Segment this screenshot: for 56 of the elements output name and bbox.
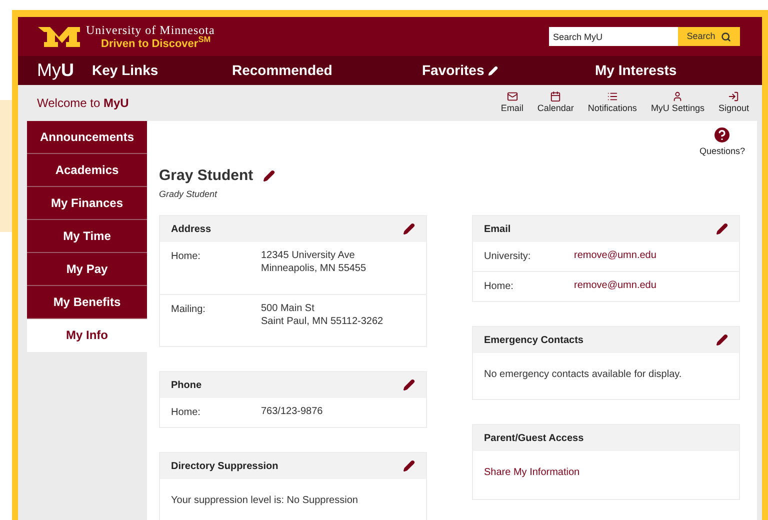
search-button[interactable]: Search (678, 27, 740, 46)
envelope-icon (506, 90, 519, 102)
pencil-icon[interactable] (716, 223, 728, 235)
welcome-text: Welcome to MyU (37, 95, 129, 112)
search-icon (721, 32, 732, 42)
field-label: Home: (171, 250, 202, 264)
card-title: Address (171, 222, 212, 236)
card-title: Phone (171, 378, 202, 392)
brand-logo[interactable]: MyU (37, 57, 92, 84)
sidebar-item[interactable]: My Info (27, 319, 147, 352)
help-icon[interactable] (712, 125, 732, 145)
pencil-icon[interactable] (716, 334, 728, 346)
nav-link[interactable]: Favorites (422, 60, 595, 81)
toolbar-button[interactable]: Calendar (534, 90, 577, 116)
signout-icon (727, 90, 740, 102)
preferred-name: Grady Student (159, 188, 218, 201)
university-name: University of Minnesota (86, 24, 215, 36)
sidebar-item[interactable]: My Finances (27, 187, 147, 220)
card-title: Emergency Contacts (484, 334, 584, 348)
field-label: University: (484, 250, 532, 264)
nav-link[interactable]: My Interests (595, 60, 715, 81)
search-field[interactable]: Search MyU (549, 27, 678, 46)
field-label: Home: (171, 406, 202, 420)
sidebar-item[interactable]: Academics (27, 154, 147, 187)
sidebar-item[interactable]: My Time (27, 220, 147, 253)
card-title: Directory Suppression (171, 460, 278, 474)
nav-link[interactable]: Key Links (92, 60, 232, 81)
pencil-icon[interactable] (263, 170, 276, 182)
pencil-icon[interactable] (403, 223, 415, 235)
help-label[interactable]: Questions? (699, 145, 745, 158)
field-label: Mailing: (171, 303, 206, 317)
toolbar-button[interactable]: Signout (715, 90, 752, 116)
card-text: No emergency contacts available for display. (484, 369, 682, 380)
card-title: Parent/Guest Access (484, 432, 584, 446)
email-link[interactable]: remove@umn.edu (574, 279, 656, 294)
field-label: Home: (484, 280, 514, 294)
sidebar-item[interactable]: Announcements (27, 121, 147, 154)
share-link[interactable]: Share My Information (484, 467, 580, 478)
pencil-icon[interactable] (403, 379, 415, 391)
toolbar-button[interactable]: Email (498, 90, 526, 116)
field-value: 500 Main St Saint Paul, MN 55112-3262 (261, 302, 384, 329)
card-text: Your suppression level is: No Suppression (171, 495, 358, 506)
field-value: 763/123-9876 (261, 405, 323, 419)
toolbar-button[interactable]: Notifications (584, 90, 640, 116)
pencil-icon[interactable] (403, 460, 415, 472)
sidebar-item[interactable]: My Pay (27, 253, 147, 286)
nav-link[interactable]: Recommended (232, 60, 422, 81)
field-value: 12345 University Ave Minneapolis, MN 55455 (261, 249, 366, 276)
calendar-icon (549, 90, 562, 102)
toolbar-button[interactable]: MyU Settings (648, 90, 708, 116)
sidebar-item[interactable]: My Benefits (27, 286, 147, 319)
card-title: Email (484, 222, 511, 236)
tagline: Driven to Discover$^{SM}$ (101, 38, 212, 50)
logo-icon (38, 26, 80, 46)
email-link[interactable]: remove@umn.edu (574, 249, 656, 264)
student-name: Gray Student (159, 166, 254, 186)
